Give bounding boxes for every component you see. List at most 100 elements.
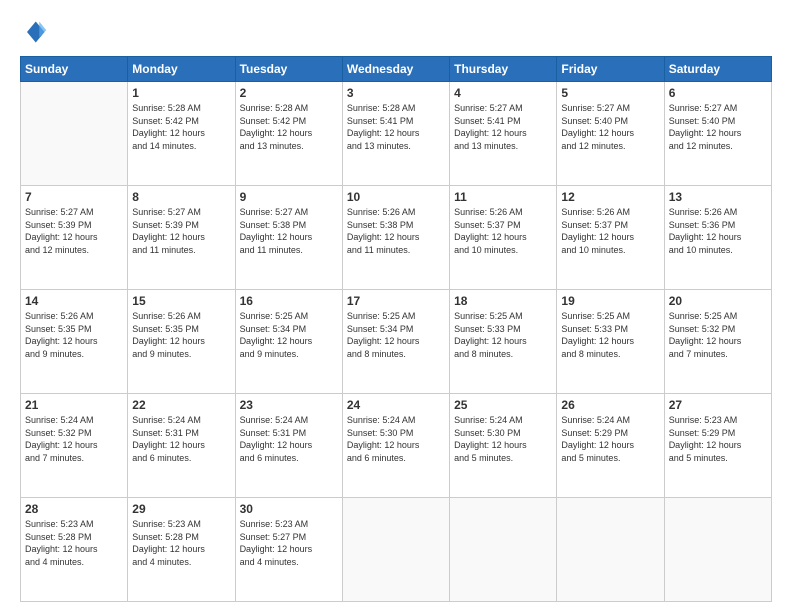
- col-header-saturday: Saturday: [664, 57, 771, 82]
- day-info: Sunrise: 5:23 AM Sunset: 5:29 PM Dayligh…: [669, 414, 767, 464]
- day-info: Sunrise: 5:28 AM Sunset: 5:42 PM Dayligh…: [240, 102, 338, 152]
- calendar-cell: 18 Sunrise: 5:25 AM Sunset: 5:33 PM Dayli…: [450, 290, 557, 394]
- calendar-week-2: 7Sunrise: 5:27 AM Sunset: 5:39 PM Daylig…: [21, 186, 772, 290]
- day-info: Sunrise: 5:28 AM Sunset: 5:42 PM Dayligh…: [132, 102, 230, 152]
- day-info: Sunrise: 5:26 AM Sunset: 5:37 PM Dayligh…: [561, 206, 659, 256]
- calendar-cell: 11 Sunrise: 5:26 AM Sunset: 5:37 PM Dayli…: [450, 186, 557, 290]
- day-info: Sunrise: 5:25 AM Sunset: 5:32 PM Dayligh…: [669, 310, 767, 360]
- calendar-week-3: 14Sunrise: 5:26 AM Sunset: 5:35 PM Dayli…: [21, 290, 772, 394]
- day-info: Sunrise: 5:27 AM Sunset: 5:38 PM Dayligh…: [240, 206, 338, 256]
- day-info: Sunrise: 5:24 AM Sunset: 5:31 PM Dayligh…: [132, 414, 230, 464]
- day-number: 11: [454, 190, 552, 204]
- day-number: 23: [240, 398, 338, 412]
- logo-icon: [20, 18, 48, 46]
- calendar-cell: [664, 498, 771, 602]
- calendar-cell: 25Sunrise: 5:24 AM Sunset: 5:30 PM Dayli…: [450, 394, 557, 498]
- day-number: 13: [669, 190, 767, 204]
- day-number: 3: [347, 86, 445, 100]
- day-number: 6: [669, 86, 767, 100]
- calendar-cell: 7Sunrise: 5:27 AM Sunset: 5:39 PM Daylig…: [21, 186, 128, 290]
- day-number: 16: [240, 294, 338, 308]
- calendar-table: SundayMondayTuesdayWednesdayThursdayFrid…: [20, 56, 772, 602]
- day-info: Sunrise: 5:26 AM Sunset: 5:35 PM Dayligh…: [25, 310, 123, 360]
- day-number: 21: [25, 398, 123, 412]
- calendar-cell: 2 Sunrise: 5:28 AM Sunset: 5:42 PM Daylig…: [235, 82, 342, 186]
- day-number: 4: [454, 86, 552, 100]
- calendar-cell: [342, 498, 449, 602]
- calendar-cell: 27Sunrise: 5:23 AM Sunset: 5:29 PM Dayli…: [664, 394, 771, 498]
- calendar-cell: 23 Sunrise: 5:24 AM Sunset: 5:31 PM Dayli…: [235, 394, 342, 498]
- day-info: Sunrise: 5:25 AM Sunset: 5:34 PM Dayligh…: [347, 310, 445, 360]
- day-number: 5: [561, 86, 659, 100]
- day-info: Sunrise: 5:23 AM Sunset: 5:28 PM Dayligh…: [25, 518, 123, 568]
- calendar-cell: 24 Sunrise: 5:24 AM Sunset: 5:30 PM Dayli…: [342, 394, 449, 498]
- calendar-cell: 19 Sunrise: 5:25 AM Sunset: 5:33 PM Dayli…: [557, 290, 664, 394]
- calendar-cell: 12 Sunrise: 5:26 AM Sunset: 5:37 PM Dayli…: [557, 186, 664, 290]
- col-header-sunday: Sunday: [21, 57, 128, 82]
- day-number: 12: [561, 190, 659, 204]
- calendar-cell: 6 Sunrise: 5:27 AM Sunset: 5:40 PM Daylig…: [664, 82, 771, 186]
- calendar-cell: [450, 498, 557, 602]
- col-header-friday: Friday: [557, 57, 664, 82]
- day-info: Sunrise: 5:23 AM Sunset: 5:28 PM Dayligh…: [132, 518, 230, 568]
- calendar-cell: 30 Sunrise: 5:23 AM Sunset: 5:27 PM Dayli…: [235, 498, 342, 602]
- day-info: Sunrise: 5:27 AM Sunset: 5:41 PM Dayligh…: [454, 102, 552, 152]
- calendar-cell: 5 Sunrise: 5:27 AM Sunset: 5:40 PM Daylig…: [557, 82, 664, 186]
- day-number: 19: [561, 294, 659, 308]
- calendar-cell: 3 Sunrise: 5:28 AM Sunset: 5:41 PM Daylig…: [342, 82, 449, 186]
- day-info: Sunrise: 5:24 AM Sunset: 5:31 PM Dayligh…: [240, 414, 338, 464]
- calendar-cell: 16 Sunrise: 5:25 AM Sunset: 5:34 PM Dayli…: [235, 290, 342, 394]
- col-header-tuesday: Tuesday: [235, 57, 342, 82]
- day-number: 28: [25, 502, 123, 516]
- day-info: Sunrise: 5:26 AM Sunset: 5:37 PM Dayligh…: [454, 206, 552, 256]
- header: [20, 18, 772, 46]
- day-number: 1: [132, 86, 230, 100]
- day-info: Sunrise: 5:27 AM Sunset: 5:39 PM Dayligh…: [132, 206, 230, 256]
- day-number: 15: [132, 294, 230, 308]
- calendar-week-1: 1 Sunrise: 5:28 AM Sunset: 5:42 PM Daylig…: [21, 82, 772, 186]
- day-info: Sunrise: 5:25 AM Sunset: 5:33 PM Dayligh…: [561, 310, 659, 360]
- day-info: Sunrise: 5:24 AM Sunset: 5:29 PM Dayligh…: [561, 414, 659, 464]
- day-number: 22: [132, 398, 230, 412]
- day-number: 10: [347, 190, 445, 204]
- day-info: Sunrise: 5:27 AM Sunset: 5:40 PM Dayligh…: [561, 102, 659, 152]
- calendar-cell: [21, 82, 128, 186]
- day-number: 29: [132, 502, 230, 516]
- calendar-cell: 28 Sunrise: 5:23 AM Sunset: 5:28 PM Dayli…: [21, 498, 128, 602]
- day-number: 26: [561, 398, 659, 412]
- day-info: Sunrise: 5:28 AM Sunset: 5:41 PM Dayligh…: [347, 102, 445, 152]
- calendar-cell: 4 Sunrise: 5:27 AM Sunset: 5:41 PM Daylig…: [450, 82, 557, 186]
- day-number: 30: [240, 502, 338, 516]
- calendar-cell: 22 Sunrise: 5:24 AM Sunset: 5:31 PM Dayli…: [128, 394, 235, 498]
- day-number: 17: [347, 294, 445, 308]
- day-info: Sunrise: 5:25 AM Sunset: 5:34 PM Dayligh…: [240, 310, 338, 360]
- calendar-cell: 15 Sunrise: 5:26 AM Sunset: 5:35 PM Dayli…: [128, 290, 235, 394]
- calendar-cell: 8 Sunrise: 5:27 AM Sunset: 5:39 PM Daylig…: [128, 186, 235, 290]
- day-number: 2: [240, 86, 338, 100]
- calendar-week-5: 28 Sunrise: 5:23 AM Sunset: 5:28 PM Dayli…: [21, 498, 772, 602]
- day-info: Sunrise: 5:25 AM Sunset: 5:33 PM Dayligh…: [454, 310, 552, 360]
- day-info: Sunrise: 5:26 AM Sunset: 5:35 PM Dayligh…: [132, 310, 230, 360]
- calendar-cell: 17 Sunrise: 5:25 AM Sunset: 5:34 PM Dayli…: [342, 290, 449, 394]
- calendar-cell: 26 Sunrise: 5:24 AM Sunset: 5:29 PM Dayli…: [557, 394, 664, 498]
- calendar-cell: 9Sunrise: 5:27 AM Sunset: 5:38 PM Daylig…: [235, 186, 342, 290]
- day-info: Sunrise: 5:23 AM Sunset: 5:27 PM Dayligh…: [240, 518, 338, 568]
- calendar-cell: 14Sunrise: 5:26 AM Sunset: 5:35 PM Dayli…: [21, 290, 128, 394]
- day-info: Sunrise: 5:24 AM Sunset: 5:32 PM Dayligh…: [25, 414, 123, 464]
- day-info: Sunrise: 5:24 AM Sunset: 5:30 PM Dayligh…: [347, 414, 445, 464]
- day-info: Sunrise: 5:26 AM Sunset: 5:38 PM Dayligh…: [347, 206, 445, 256]
- day-number: 8: [132, 190, 230, 204]
- calendar-cell: 13Sunrise: 5:26 AM Sunset: 5:36 PM Dayli…: [664, 186, 771, 290]
- day-number: 24: [347, 398, 445, 412]
- calendar-week-4: 21 Sunrise: 5:24 AM Sunset: 5:32 PM Dayli…: [21, 394, 772, 498]
- day-info: Sunrise: 5:27 AM Sunset: 5:40 PM Dayligh…: [669, 102, 767, 152]
- day-number: 25: [454, 398, 552, 412]
- day-number: 18: [454, 294, 552, 308]
- day-info: Sunrise: 5:27 AM Sunset: 5:39 PM Dayligh…: [25, 206, 123, 256]
- col-header-thursday: Thursday: [450, 57, 557, 82]
- col-header-wednesday: Wednesday: [342, 57, 449, 82]
- calendar-cell: 10 Sunrise: 5:26 AM Sunset: 5:38 PM Dayli…: [342, 186, 449, 290]
- calendar-header-row: SundayMondayTuesdayWednesdayThursdayFrid…: [21, 57, 772, 82]
- calendar-cell: 29 Sunrise: 5:23 AM Sunset: 5:28 PM Dayli…: [128, 498, 235, 602]
- calendar-cell: 1 Sunrise: 5:28 AM Sunset: 5:42 PM Daylig…: [128, 82, 235, 186]
